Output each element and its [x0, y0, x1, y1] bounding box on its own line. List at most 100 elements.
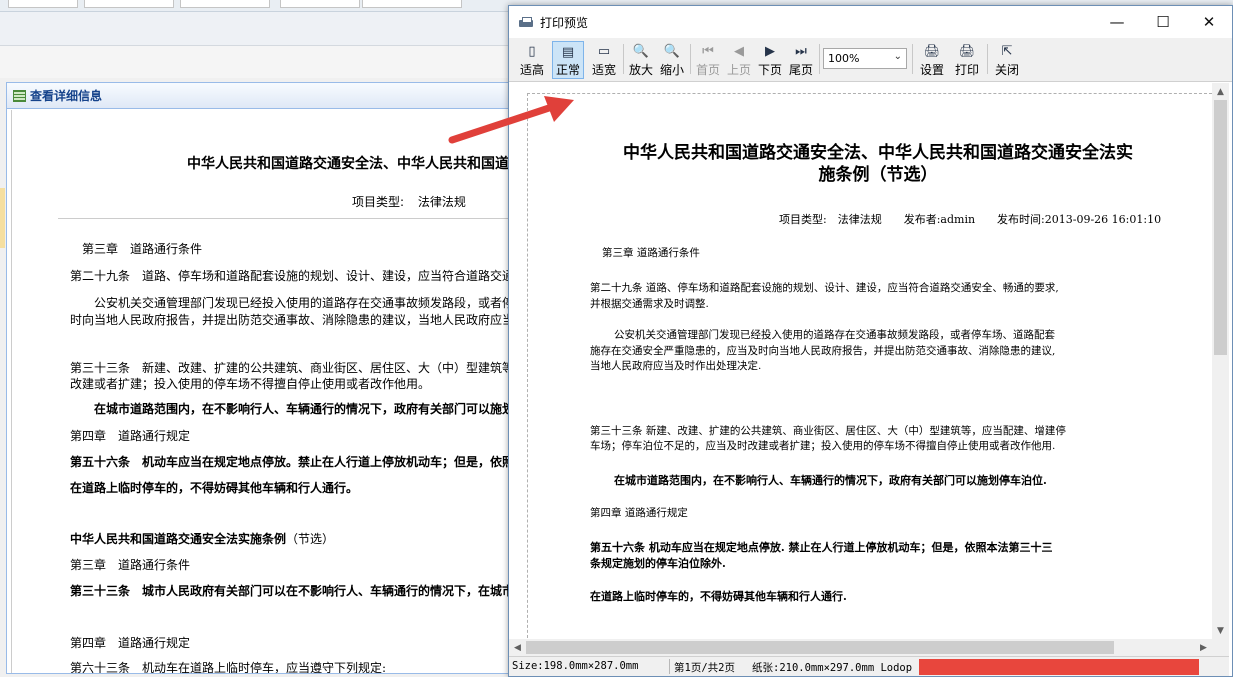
detail-line: 第三十三条 新建、改建、扩建的公共建筑、商业街区、居住区、大（中）型建筑等 [70, 361, 515, 375]
zoom-in-label: 放大 [628, 63, 653, 77]
fit-width-icon: ▭ [597, 44, 611, 59]
detail-line: 第四章 道路通行规定 [70, 429, 191, 443]
detail-line: 改建或者扩建；投入使用的停车场不得擅自停止使用或者改作他用。 [70, 377, 431, 391]
zoom-in-icon: 🔍 [632, 44, 650, 59]
preview-toolbar: ▯ 适高 ▤ 正常 ▭ 适宽 🔍 放大 🔍 缩小 ⏮ 首页 ◀ 上页 ▶ 下页 … [509, 38, 1232, 82]
detail-body: 中华人民共和国道路交通安全法、中华人民共和国道 项目类型: 法律法规 第三章 道… [11, 110, 525, 673]
exit-icon: ⇱ [1001, 44, 1013, 59]
background-tab[interactable] [280, 0, 360, 8]
toolbar-separator [987, 44, 988, 74]
toolbar-separator [912, 44, 913, 74]
last-page-label: 尾页 [788, 63, 813, 77]
print-icon: 🖨 [958, 44, 976, 59]
close-preview-label: 关闭 [994, 63, 1019, 77]
settings-button[interactable]: 🖨 设置 [915, 41, 949, 79]
page-title-line-2: 施条例（节选） [818, 165, 938, 185]
title-bar[interactable]: 打印预览 — ☐ ✕ [509, 6, 1232, 38]
zoom-out-icon: 🔍 [663, 44, 681, 59]
page-line: 在道路上临时停车的，不得妨碍其他车辆和行人通行. [590, 590, 847, 603]
detail-divider [58, 218, 525, 219]
page-line: 第四章 道路通行规定 [590, 507, 688, 519]
page-line: 第五十六条 机动车应当在规定地点停放. 禁止在人行道上停放机动车；但是，依照本法… [590, 541, 1053, 554]
detail-line-bold-part: 中华人民共和国道路交通安全法实施条例 [70, 532, 287, 546]
zoom-select[interactable]: 100% ⌄ [823, 48, 907, 69]
detail-line: 第三章 道路通行条件 [70, 558, 191, 572]
settings-label: 设置 [919, 63, 944, 77]
page-line: 当地人民政府应当及时作出处理决定. [590, 360, 762, 372]
status-separator [669, 659, 670, 674]
scroll-left-icon[interactable]: ◀ [509, 639, 526, 656]
scrollbar-corner [1212, 639, 1229, 656]
scroll-down-icon[interactable]: ▼ [1212, 622, 1229, 639]
toolbar-separator [623, 44, 624, 74]
print-preview-window: 打印预览 — ☐ ✕ ▯ 适高 ▤ 正常 ▭ 适宽 🔍 放大 🔍 缩小 ⏮ 首页 [508, 5, 1233, 677]
first-page-button[interactable]: ⏮ 首页 [693, 41, 723, 79]
detail-line: 第三章 道路通行条件 [82, 242, 203, 256]
maximize-button[interactable]: ☐ [1140, 6, 1186, 38]
normal-size-label: 正常 [555, 63, 580, 77]
fit-height-icon: ▯ [528, 44, 536, 59]
last-page-button[interactable]: ⏭ 尾页 [786, 41, 816, 79]
window-title: 打印预览 [540, 15, 589, 30]
detail-panel-title: 查看详细信息 [30, 89, 103, 103]
page-line: 在城市道路范围内，在不影响行人、车辆通行的情况下，政府有关部门可以施划停车泊位. [614, 474, 1047, 487]
close-preview-button[interactable]: ⇱ 关闭 [990, 41, 1024, 79]
page-line: 施存在交通安全严重隐患的，应当及时向当地人民政府报告，并提出防范交通事故、消除隐… [590, 345, 1056, 357]
page-line: 车场；停车泊位不足的，应当及时改建或者扩建；投入使用的停车场不得擅自停止使用或者… [590, 440, 1056, 452]
last-page-icon: ⏭ [795, 44, 807, 59]
preview-document-area[interactable]: 中华人民共和国道路交通安全法、中华人民共和国道路交通安全法实 施条例（节选） 项… [509, 83, 1212, 639]
page-line: 并根据交通需求及时调整. [590, 298, 709, 310]
page-line: 条规定施划的停车泊位除外. [590, 557, 726, 570]
first-page-icon: ⏮ [702, 44, 714, 59]
detail-line-part: （节选） [286, 532, 335, 546]
next-page-button[interactable]: ▶ 下页 [755, 41, 785, 79]
scroll-right-icon[interactable]: ▶ [1195, 639, 1212, 656]
page-margin-line-left [527, 93, 528, 639]
page-line: 第三章 道路通行条件 [602, 247, 700, 259]
zoom-value: 100% [828, 52, 860, 65]
detail-meta-label: 项目类型: [352, 195, 405, 209]
table-icon [13, 89, 26, 102]
vertical-scroll-thumb[interactable] [1214, 100, 1227, 355]
print-button[interactable]: 🖨 打印 [950, 41, 984, 79]
vertical-scrollbar[interactable]: ▲ ▼ [1212, 83, 1229, 639]
horizontal-scroll-thumb[interactable] [526, 641, 1114, 654]
detail-line: 时向当地人民政府报告，并提出防范交通事故、消除隐患的建议，当地人民政府应当 [70, 313, 515, 327]
background-tab[interactable] [362, 0, 462, 8]
page-margin-line-top [527, 93, 1212, 94]
arrow-shaft [448, 103, 556, 144]
chevron-down-icon: ⌄ [893, 51, 902, 62]
zoom-out-label: 缩小 [659, 63, 684, 77]
detail-document-title: 中华人民共和国道路交通安全法、中华人民共和国道 [187, 156, 509, 172]
fit-height-button[interactable]: ▯ 适高 [517, 41, 547, 79]
close-window-button[interactable]: ✕ [1186, 6, 1232, 38]
status-paper: 纸张:210.0mm×297.0mm Lodop [752, 662, 913, 674]
next-page-icon: ▶ [765, 44, 775, 59]
detail-line: 第二十九条 道路、停车场和道路配套设施的规划、设计、建设，应当符合道路交通安 [70, 269, 525, 283]
status-page: 第1页/共2页 [674, 662, 735, 674]
next-page-label: 下页 [757, 63, 782, 77]
minimize-button[interactable]: — [1094, 6, 1140, 38]
detail-line: 在道路上临时停车的，不得妨碍其他车辆和行人通行。 [70, 481, 359, 495]
page-line: 第三十三条 新建、改建、扩建的公共建筑、商业街区、居住区、大（中）型建筑等，应当… [590, 425, 1066, 437]
background-tab[interactable] [8, 0, 78, 8]
detail-line: 第四章 道路通行规定 [70, 636, 191, 650]
fit-width-button[interactable]: ▭ 适宽 [589, 41, 619, 79]
background-tab[interactable] [180, 0, 270, 8]
print-label: 打印 [954, 63, 979, 77]
horizontal-scrollbar[interactable]: ◀ ▶ [509, 639, 1212, 656]
background-sidebar-tab[interactable] [0, 188, 5, 248]
page-line: 第二十九条 道路、停车场和道路配套设施的规划、设计、建设，应当符合道路交通安全、… [590, 282, 1059, 294]
previous-page-button[interactable]: ◀ 上页 [724, 41, 754, 79]
scroll-up-icon[interactable]: ▲ [1212, 83, 1229, 100]
background-tab[interactable] [84, 0, 174, 8]
zoom-in-button[interactable]: 🔍 放大 [626, 41, 656, 79]
normal-size-icon: ▤ [561, 44, 575, 60]
detail-meta-value: 法律法规 [417, 195, 466, 209]
fit-width-label: 适宽 [591, 63, 616, 77]
detail-meta: 项目类型: 法律法规 [352, 193, 466, 210]
printer-icon [519, 16, 533, 28]
normal-size-button[interactable]: ▤ 正常 [552, 41, 584, 79]
previous-page-label: 上页 [726, 63, 751, 77]
zoom-out-button[interactable]: 🔍 缩小 [657, 41, 687, 79]
